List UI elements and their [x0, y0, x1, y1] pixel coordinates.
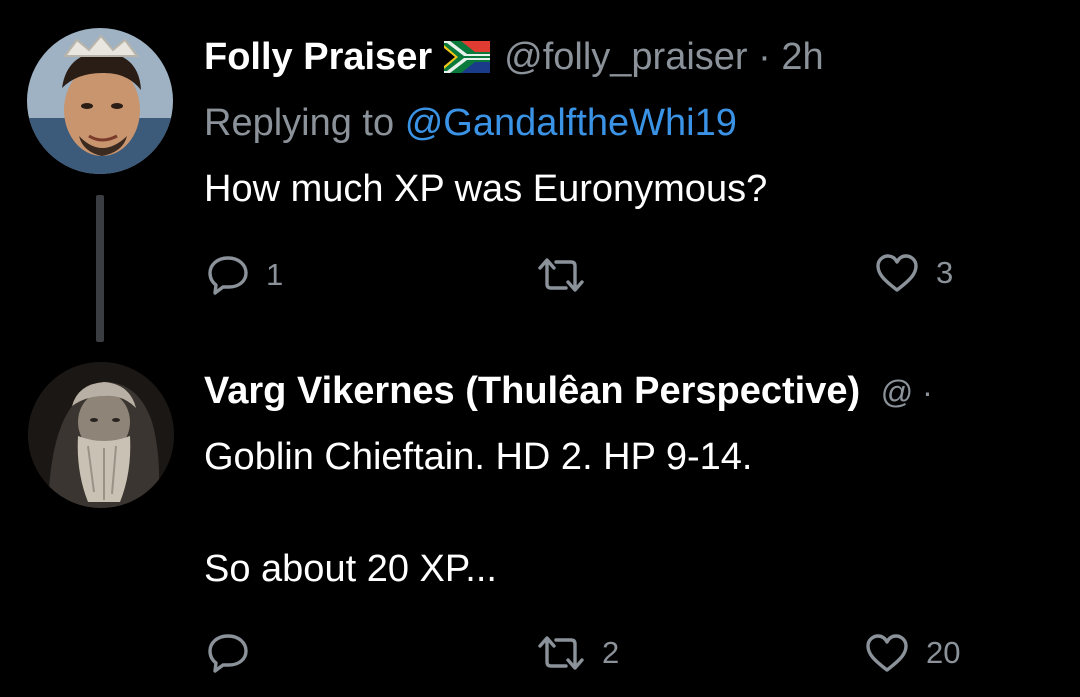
tweet-text: How much XP was Euronymous? [204, 168, 768, 210]
avatar-photo [28, 362, 174, 508]
like-count: 3 [936, 255, 954, 290]
thread-line [96, 195, 104, 342]
retweet-button[interactable]: 2 [536, 634, 619, 672]
tweet-folly-praiser[interactable]: Folly Praiser @folly_praiser · 2h Replyi… [0, 0, 1080, 342]
like-button[interactable]: 20 [864, 632, 960, 674]
reply-icon [208, 634, 248, 673]
tweet-text-line-2: So about 20 XP... [204, 548, 497, 590]
separator-dot: · [758, 36, 771, 78]
retweet-icon [538, 258, 584, 292]
avatar-photo [27, 28, 173, 174]
avatar[interactable] [27, 28, 173, 174]
display-name[interactable]: Varg Vikernes (Thulêan Perspective) [204, 370, 860, 412]
tweet-header: Folly Praiser @folly_praiser · 2h [204, 34, 824, 80]
reply-button[interactable] [206, 632, 266, 674]
reply-button[interactable]: 1 [206, 254, 283, 296]
reply-target-link[interactable]: @GandalftheWhi19 [405, 102, 737, 144]
heart-icon [876, 254, 918, 292]
retweet-count: 2 [602, 635, 620, 670]
retweet-button[interactable] [536, 256, 602, 294]
timestamp[interactable]: 2h [781, 36, 823, 78]
reply-count: 1 [266, 257, 284, 292]
handle[interactable]: @folly_praiser [504, 36, 747, 78]
tweet-header: Varg Vikernes (Thulêan Perspective) @ · [204, 368, 933, 415]
reply-icon [208, 256, 248, 295]
like-count: 20 [926, 635, 961, 670]
south-africa-flag-icon [444, 41, 491, 73]
tweet-text-line-1: Goblin Chieftain. HD 2. HP 9-14. [204, 436, 753, 478]
display-name[interactable]: Folly Praiser [204, 36, 432, 78]
replying-to-label: Replying to [204, 102, 395, 144]
heart-icon [866, 634, 908, 672]
retweet-icon [538, 636, 584, 670]
tweet-varg-vikernes[interactable]: Varg Vikernes (Thulêan Perspective) @ · … [0, 340, 1080, 697]
avatar[interactable] [28, 362, 174, 508]
handle-truncated[interactable]: @ · [881, 374, 933, 410]
like-button[interactable]: 3 [874, 252, 953, 294]
replying-to: Replying to @GandalftheWhi19 [204, 100, 737, 146]
